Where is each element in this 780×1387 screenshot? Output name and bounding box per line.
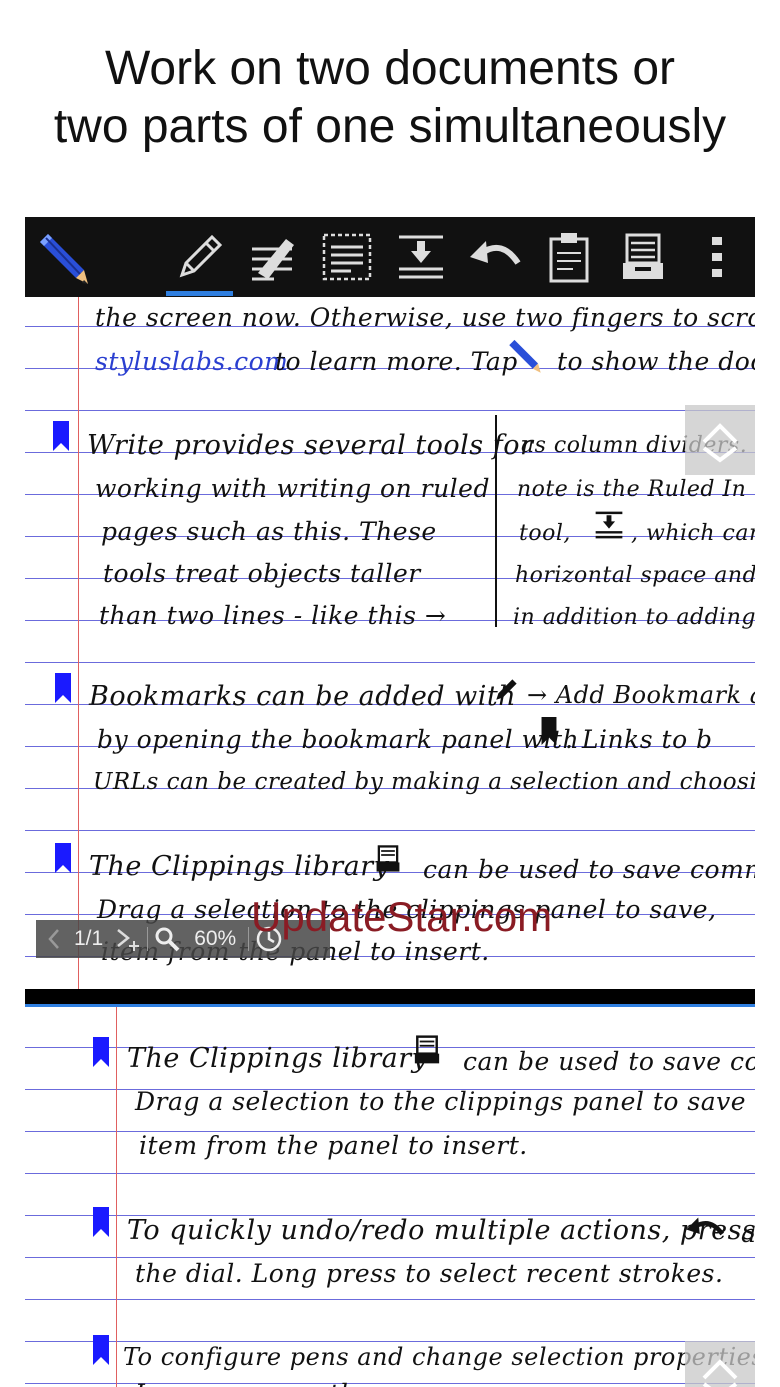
bookmark-icon[interactable] bbox=[55, 843, 71, 873]
hw-line: horizontal space and r bbox=[515, 563, 755, 588]
hw-line: tool, bbox=[519, 521, 571, 546]
margin-line bbox=[116, 1007, 117, 1387]
column-divider bbox=[495, 415, 497, 627]
scroll-up-button[interactable] bbox=[685, 1341, 755, 1387]
clippings-icon-drawn bbox=[407, 1031, 447, 1069]
bookmark-icon[interactable] bbox=[53, 421, 69, 451]
hw-line: the screen now. Otherwise, use two finge… bbox=[95, 303, 755, 332]
hw-line: the dial. Long press to select recent st… bbox=[135, 1259, 724, 1288]
hw-line: tools treat objects taller bbox=[103, 559, 421, 588]
hw-line: Bookmarks can be added with bbox=[89, 681, 517, 712]
prev-page-icon[interactable] bbox=[36, 920, 62, 958]
hw-line: note is the Ruled In bbox=[517, 477, 747, 502]
app-pencil-icon[interactable] bbox=[31, 227, 91, 287]
hw-line: . Links to b bbox=[565, 725, 713, 754]
clippings-icon-drawn bbox=[369, 841, 407, 877]
active-tool-indicator bbox=[166, 291, 233, 296]
hw-line: can be used to save commonly bbox=[423, 855, 755, 884]
hw-line: a bbox=[741, 1219, 755, 1248]
hw-line: in addition to adding v bbox=[513, 605, 755, 630]
draw-tool-icon[interactable] bbox=[170, 227, 230, 287]
hw-line: To quickly undo/redo multiple actions, p… bbox=[127, 1215, 755, 1246]
bookmark-icon[interactable] bbox=[93, 1207, 109, 1237]
scroll-up-button[interactable] bbox=[685, 405, 755, 475]
clipboard-icon[interactable] bbox=[539, 227, 599, 287]
hw-line: to show the docu bbox=[557, 347, 755, 376]
separator bbox=[147, 927, 149, 951]
hw-line: , which can bbox=[631, 521, 755, 546]
zoom-level[interactable]: 60% bbox=[180, 920, 236, 958]
hw-line: The Clippings library bbox=[89, 851, 390, 882]
select-tool-icon[interactable] bbox=[317, 227, 377, 287]
link-styluslabs[interactable]: styluslabs.com bbox=[95, 347, 288, 376]
bookmark-panel-icon-drawn bbox=[541, 717, 557, 745]
undo-icon-drawn bbox=[681, 1211, 729, 1245]
bookmark-icon[interactable] bbox=[55, 673, 71, 703]
add-page-icon[interactable] bbox=[103, 920, 141, 958]
insert-space-icon[interactable] bbox=[391, 227, 451, 287]
hw-line: URLs can be created by making a selectio… bbox=[93, 769, 755, 795]
clippings-icon[interactable] bbox=[613, 227, 673, 287]
overflow-menu-icon[interactable] bbox=[687, 227, 747, 287]
bookmark-icon[interactable] bbox=[93, 1037, 109, 1067]
app-window: the screen now. Otherwise, use two finge… bbox=[25, 217, 755, 1387]
pencil-icon bbox=[503, 335, 543, 375]
split-divider[interactable] bbox=[25, 989, 755, 1007]
hw-line: Write provides several tools for bbox=[87, 430, 534, 461]
hw-line: can be used to save com bbox=[463, 1047, 755, 1076]
page-indicator: 1/1 bbox=[74, 927, 104, 950]
hw-line: item from the panel to insert. bbox=[139, 1131, 528, 1160]
hw-line: Drag a selection to the clippings panel … bbox=[135, 1087, 747, 1116]
hw-line: The Clippings library bbox=[127, 1043, 428, 1074]
toolbar bbox=[25, 217, 755, 297]
document-pane-bottom[interactable]: The Clippings library can be used to sav… bbox=[25, 1007, 755, 1387]
erase-tool-icon[interactable] bbox=[242, 227, 302, 287]
undo-icon[interactable] bbox=[465, 227, 525, 287]
headline-line-1: Work on two documents or bbox=[104, 42, 676, 95]
hw-line: Long press on the pen... bbox=[135, 1379, 454, 1387]
watermark: UpdateStar.com bbox=[251, 893, 553, 940]
hw-line: To configure pens and change selection p… bbox=[123, 1343, 755, 1371]
insert-space-icon-drawn bbox=[589, 507, 629, 543]
separator bbox=[248, 927, 250, 951]
headline-line-2: two parts of one simultaneously bbox=[53, 100, 727, 153]
headline: Work on two documents or two parts of on… bbox=[0, 40, 780, 156]
hw-line: → Add Bookmark an bbox=[527, 681, 755, 709]
hw-line: by opening the bookmark panel with bbox=[97, 725, 580, 754]
bookmark-icon[interactable] bbox=[93, 1335, 109, 1365]
hw-line: pages such as this. These bbox=[101, 517, 437, 546]
zoom-icon[interactable] bbox=[154, 920, 180, 958]
hw-line: working with writing on ruled bbox=[95, 474, 490, 503]
hw-line: to learn more. Tap bbox=[275, 347, 518, 376]
document-pane-top[interactable]: the screen now. Otherwise, use two finge… bbox=[25, 297, 755, 989]
hw-line: than two lines - like this → bbox=[99, 601, 447, 630]
pen-icon-drawn bbox=[489, 671, 525, 707]
margin-line bbox=[78, 297, 79, 989]
